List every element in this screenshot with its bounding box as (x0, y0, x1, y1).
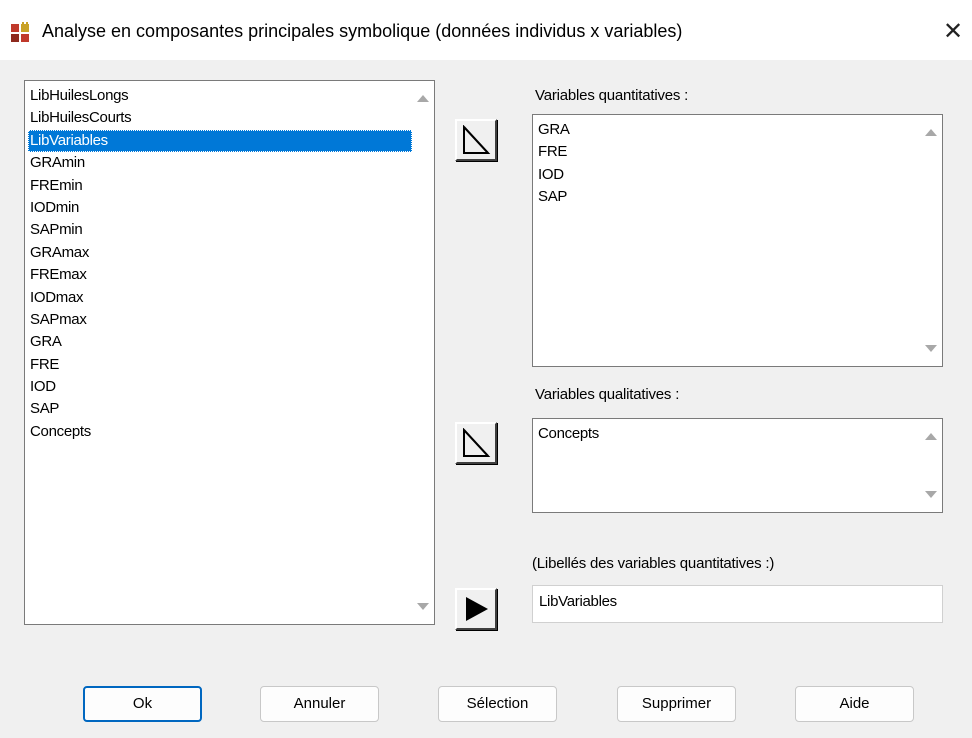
scroll-up-arrow-icon[interactable] (925, 129, 937, 136)
list-item[interactable]: LibHuilesCourts (28, 107, 412, 129)
list-item[interactable]: IODmax (28, 287, 412, 309)
qualitative-label: Variables qualitatives : (535, 386, 680, 403)
list-item[interactable]: Concepts (28, 421, 412, 443)
set-labels-button[interactable] (455, 588, 497, 630)
help-button[interactable]: Aide (795, 686, 914, 722)
list-item[interactable]: IOD (28, 376, 412, 398)
scroll-up-arrow-icon[interactable] (925, 433, 937, 440)
filled-triangle-arrow-icon (466, 597, 488, 621)
labels-field[interactable]: LibVariables (532, 585, 943, 623)
close-icon[interactable]: ✕ (936, 14, 970, 48)
list-item[interactable]: LibVariables (28, 129, 412, 153)
qualitative-variables-items: Concepts (536, 423, 920, 445)
delete-button[interactable]: Supprimer (617, 686, 736, 722)
add-qualitative-button[interactable] (455, 422, 497, 464)
list-item[interactable]: FREmax (28, 264, 412, 286)
scroll-down-arrow-icon[interactable] (925, 345, 937, 352)
quantitative-variables-list[interactable]: GRA FRE IOD SAP (532, 114, 943, 367)
list-item[interactable]: FRE (28, 354, 412, 376)
list-item[interactable]: SAPmax (28, 309, 412, 331)
quantitative-variables-items: GRA FRE IOD SAP (536, 119, 920, 209)
qualitative-variables-list[interactable]: Concepts (532, 418, 943, 513)
ok-button[interactable]: Ok (83, 686, 202, 722)
grid-app-icon (11, 22, 29, 42)
cancel-button[interactable]: Annuler (260, 686, 379, 722)
list-item[interactable]: SAPmin (28, 219, 412, 241)
list-item[interactable]: FRE (536, 141, 920, 163)
outline-triangle-arrow-icon (463, 428, 491, 457)
title-bar: Analyse en composantes principales symbo… (0, 0, 972, 60)
list-item[interactable]: SAP (28, 398, 412, 420)
scroll-down-arrow-icon[interactable] (925, 491, 937, 498)
list-item[interactable]: IOD (536, 164, 920, 186)
list-item[interactable]: GRAmin (28, 152, 412, 174)
scroll-up-arrow-icon[interactable] (417, 95, 429, 102)
scroll-down-arrow-icon[interactable] (417, 603, 429, 610)
list-item[interactable]: GRA (536, 119, 920, 141)
add-quantitative-button[interactable] (455, 119, 497, 161)
labels-field-label: (Libellés des variables quantitatives :) (532, 555, 775, 572)
list-item[interactable]: IODmin (28, 197, 412, 219)
list-item[interactable]: SAP (536, 186, 920, 208)
list-item[interactable]: FREmin (28, 175, 412, 197)
available-variables-items: LibHuilesLongs LibHuilesCourts LibVariable… (28, 85, 412, 443)
window-title: Analyse en composantes principales symbo… (42, 21, 683, 41)
list-item[interactable]: Concepts (536, 423, 920, 445)
list-item[interactable]: LibHuilesLongs (28, 85, 412, 107)
quantitative-label: Variables quantitatives : (535, 87, 689, 104)
list-item[interactable]: GRA (28, 331, 412, 353)
dialog-window: Analyse en composantes principales symbo… (0, 0, 972, 738)
available-variables-list[interactable]: LibHuilesLongs LibHuilesCourts LibVariable… (24, 80, 435, 625)
list-item[interactable]: GRAmax (28, 242, 412, 264)
selection-button[interactable]: Sélection (438, 686, 557, 722)
outline-triangle-arrow-icon (463, 125, 491, 154)
